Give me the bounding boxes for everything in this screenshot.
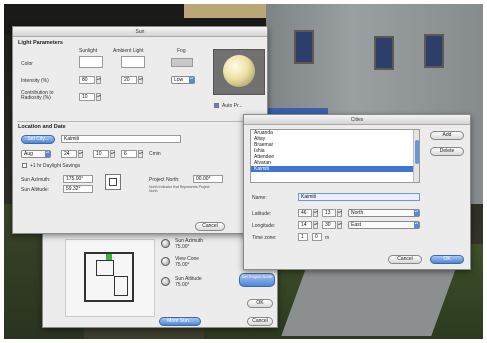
north-marker bbox=[106, 254, 112, 260]
panel-ok-button[interactable]: OK bbox=[247, 299, 273, 308]
day-stepper[interactable]: ▴▾ bbox=[78, 150, 83, 158]
month-select[interactable]: Aug ▴▾ bbox=[21, 150, 51, 158]
latitude-minutes-stepper[interactable]: ▴▾ bbox=[337, 209, 342, 217]
latitude-direction-value: North bbox=[351, 210, 364, 216]
fog-color-swatch[interactable] bbox=[171, 58, 193, 67]
ambient-intensity-stepper[interactable]: ▴▾ bbox=[138, 76, 143, 84]
floor-slab bbox=[281, 266, 457, 336]
sun-altitude-value: 75.00° bbox=[175, 282, 190, 288]
more-sun-button[interactable]: More Sun... bbox=[159, 317, 201, 326]
daylight-saving-label: +1 hr Daylight Savings bbox=[30, 163, 81, 169]
sunlight-intensity-stepper[interactable]: ▴▾ bbox=[96, 76, 101, 84]
sun-direction-icon[interactable] bbox=[105, 174, 121, 190]
fog-level-select[interactable]: Low ▴▾ bbox=[171, 76, 195, 84]
autopreview-label: Auto Pr... bbox=[222, 103, 243, 109]
city-name-label: Name: bbox=[252, 195, 267, 201]
building-window bbox=[374, 36, 394, 70]
plan-preview[interactable] bbox=[65, 239, 155, 317]
sun-azimuth-label: Sun Azimuth: bbox=[21, 177, 51, 183]
timezone-hours-field[interactable]: 1 bbox=[298, 233, 308, 241]
color-row-label: Color bbox=[21, 61, 33, 67]
sun-azimuth-field[interactable]: 175.00° bbox=[63, 175, 93, 183]
longitude-label: Longitude: bbox=[252, 223, 276, 229]
timezone-unit-label: m bbox=[325, 235, 330, 241]
chevron-updown-icon: ▴▾ bbox=[414, 222, 419, 228]
sun-cancel-button[interactable]: Cancel bbox=[195, 222, 225, 231]
longitude-degrees-field[interactable]: 14 bbox=[298, 221, 312, 229]
light-parameters-heading: Light Parameters bbox=[18, 40, 63, 46]
daylight-saving-checkbox[interactable] bbox=[22, 163, 27, 168]
contribution-label: Contribution to Radiosity (%) bbox=[21, 90, 54, 101]
set-north-button[interactable]: Set Project North bbox=[239, 273, 275, 287]
sun-dialog: Sun Light Parameters Sunlight Ambient Li… bbox=[12, 26, 268, 234]
delete-city-button[interactable]: Delete bbox=[430, 147, 464, 156]
chevron-updown-icon: ▴▾ bbox=[414, 210, 419, 216]
sunlight-color-swatch[interactable] bbox=[79, 56, 103, 68]
city-name-field[interactable]: Kaimiti bbox=[61, 135, 181, 143]
time-unit-label: Cmin bbox=[149, 151, 161, 157]
sun-azimuth-value: 75.00° bbox=[175, 244, 190, 250]
fog-column-label: Fog bbox=[177, 48, 186, 54]
city-name-input[interactable]: Kaimiti bbox=[298, 193, 420, 201]
cities-cancel-button[interactable]: Cancel bbox=[388, 255, 422, 264]
latitude-label: Latitude: bbox=[252, 211, 272, 217]
scrollbar-thumb[interactable] bbox=[415, 140, 419, 164]
ambient-color-swatch[interactable] bbox=[121, 56, 145, 68]
hour-field[interactable]: 10 bbox=[93, 150, 109, 158]
month-value: Aug bbox=[24, 151, 33, 157]
plan-room bbox=[114, 276, 128, 296]
latitude-direction-select[interactable]: North ▴▾ bbox=[348, 209, 420, 217]
cities-dialog: Cities Aruanda Altay Braemar Ishia Atten… bbox=[243, 114, 471, 270]
day-field[interactable]: 24 bbox=[61, 150, 77, 158]
latitude-minutes-field[interactable]: 13 bbox=[322, 209, 336, 217]
city-list[interactable]: Aruanda Altay Braemar Ishia Attendee Alv… bbox=[250, 129, 420, 183]
chevron-updown-icon: ▴▾ bbox=[189, 77, 194, 83]
minute-stepper[interactable]: ▴▾ bbox=[138, 150, 143, 158]
minute-field[interactable]: 6 bbox=[121, 150, 137, 158]
project-north-label: Project North: bbox=[149, 177, 180, 183]
chevron-updown-icon: ▴▾ bbox=[45, 151, 50, 157]
contribution-field[interactable]: 10 bbox=[79, 93, 95, 101]
ambient-column-label: Ambient Light bbox=[113, 48, 144, 54]
sunlight-column-label: Sunlight bbox=[79, 48, 98, 54]
view-cone-icon bbox=[161, 257, 170, 266]
sunlight-intensity-field[interactable]: 80 bbox=[79, 76, 95, 84]
panel-cancel-button[interactable]: Cancel bbox=[247, 317, 273, 326]
longitude-direction-select[interactable]: East ▴▾ bbox=[348, 221, 420, 229]
fog-level-value: Low bbox=[174, 77, 184, 83]
latitude-degrees-stepper[interactable]: ▴▾ bbox=[313, 209, 318, 217]
sun-altitude-icon bbox=[161, 277, 170, 286]
timezone-minutes-field[interactable]: 0 bbox=[312, 233, 322, 241]
project-north-field[interactable]: 00.00° bbox=[193, 175, 223, 183]
light-preview-sphere bbox=[223, 55, 255, 87]
location-date-heading: Location and Date bbox=[18, 124, 66, 130]
timezone-label: Time zone: bbox=[252, 235, 277, 241]
city-list-scrollbar[interactable] bbox=[413, 130, 419, 182]
sun-altitude-field[interactable]: 59.32° bbox=[63, 185, 93, 193]
view-cone-value: 75.00° bbox=[175, 262, 190, 268]
cities-ok-button[interactable]: OK bbox=[430, 255, 464, 264]
longitude-direction-value: East bbox=[351, 222, 362, 228]
ambient-intensity-field[interactable]: 20 bbox=[121, 76, 137, 84]
plan-room bbox=[96, 260, 114, 276]
longitude-degrees-stepper[interactable]: ▴▾ bbox=[313, 221, 318, 229]
building-window bbox=[424, 34, 444, 68]
sun-azimuth-icon bbox=[161, 239, 170, 248]
sun-altitude-label: Sun Altitude: bbox=[21, 187, 50, 193]
cities-dialog-titlebar[interactable]: Cities bbox=[244, 115, 470, 125]
latitude-degrees-field[interactable]: 46 bbox=[298, 209, 312, 217]
contribution-stepper[interactable]: ▴▾ bbox=[96, 93, 101, 101]
longitude-minutes-field[interactable]: 30 bbox=[322, 221, 336, 229]
section-divider bbox=[17, 121, 263, 122]
add-city-button[interactable]: Add bbox=[430, 131, 464, 140]
sun-dialog-titlebar[interactable]: Sun bbox=[13, 27, 267, 37]
autopreview-checkbox[interactable] bbox=[214, 103, 219, 108]
set-city-button[interactable]: Set City... bbox=[21, 135, 55, 144]
city-list-item-selected[interactable]: Kaimiti bbox=[251, 166, 419, 172]
longitude-minutes-stepper[interactable]: ▴▾ bbox=[337, 221, 342, 229]
intensity-label: Intensity (%) bbox=[21, 78, 49, 84]
project-north-note: North Indicator that Represents Project … bbox=[149, 185, 210, 193]
building-window bbox=[294, 30, 314, 64]
hour-stepper[interactable]: ▴▾ bbox=[110, 150, 115, 158]
